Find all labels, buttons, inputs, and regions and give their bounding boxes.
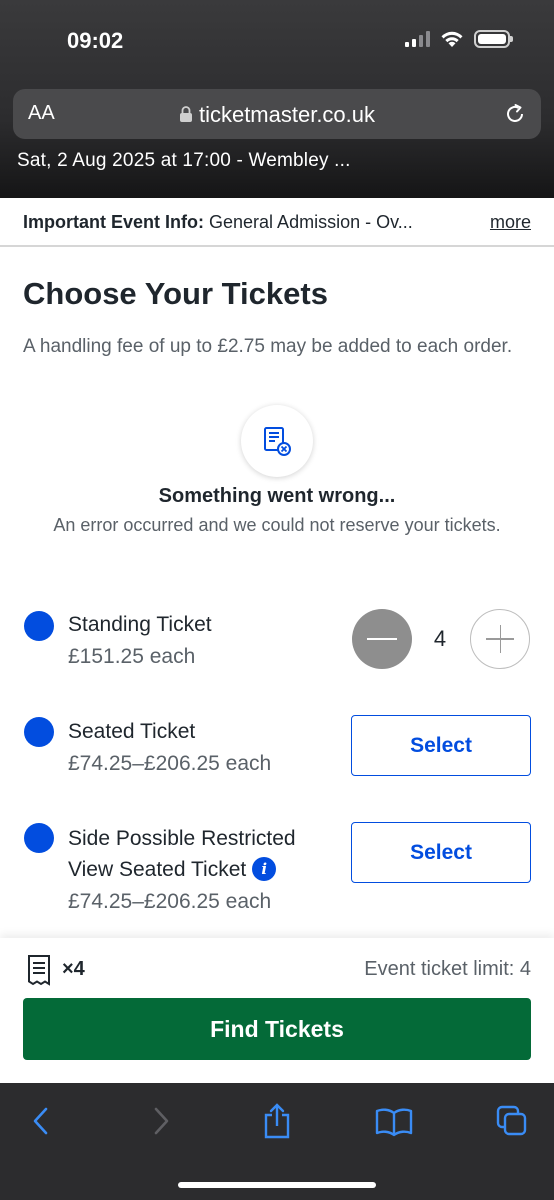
lock-icon [179,106,192,123]
wifi-icon [441,31,463,47]
ticket-type-dot [24,717,54,747]
status-icons [405,30,513,48]
selected-ticket-count: ×4 [62,958,85,980]
more-link[interactable]: more [490,212,531,233]
address-bar[interactable]: AA ticketmaster.co.uk [13,89,541,139]
bookmarks-icon[interactable] [374,1101,414,1141]
event-info-text: Important Event Info: General Admission … [23,212,413,233]
minus-icon [367,638,397,640]
ticket-price: £74.25–£206.25 each [68,752,272,775]
decrease-quantity-button[interactable] [352,609,412,669]
browser-top-chrome: 09:02 AA ticketmaster.co.uk Sat, 2 Aug 2… [0,0,554,198]
ticket-name-line1: Side Possible Restricted [68,827,296,850]
ticket-error-icon [264,427,291,456]
error-icon-container [241,405,313,477]
ticket-name-line2-text: View Seated Ticket [68,858,247,881]
increase-quantity-button[interactable] [470,609,530,669]
ticket-type-dot [24,823,54,853]
battery-icon [474,30,513,48]
ticket-name-line2: View Seated Ticket i [68,854,277,885]
ticket-name: Standing Ticket [68,613,212,636]
quantity-value: 4 [433,626,447,651]
ticket-icon [28,955,50,986]
ticket-name: Seated Ticket [68,720,196,743]
handling-fee-note: A handling fee of up to £2.75 may be add… [23,336,513,357]
back-icon[interactable] [28,1101,54,1141]
important-event-info-bar: Important Event Info: General Admission … [0,198,554,247]
status-time: 09:02 [67,28,124,53]
event-info-label: Important Event Info: [23,212,204,232]
tabs-icon[interactable] [494,1101,530,1141]
share-icon[interactable] [259,1101,295,1141]
error-message: An error occurred and we could not reser… [53,515,501,535]
error-title: Something went wrong... [158,485,396,507]
signal-icon [405,31,430,47]
event-ticket-limit: Event ticket limit: 4 [364,958,531,980]
url-display[interactable]: ticketmaster.co.uk [13,102,541,128]
event-info-value: General Admission - Ov... [209,212,413,232]
event-date-venue: Sat, 2 Aug 2025 at 17:00 - Wembley ... [17,150,351,171]
home-indicator [178,1182,376,1188]
ticket-action-panel: ×4 Event ticket limit: 4 Find Tickets [0,938,554,1083]
forward-icon[interactable] [148,1101,174,1141]
reload-icon[interactable] [502,101,528,127]
ticket-price: £74.25–£206.25 each [68,890,272,913]
ticket-type-dot [24,611,54,641]
find-tickets-button[interactable]: Find Tickets [23,998,531,1060]
page-title: Choose Your Tickets [23,276,328,311]
ticket-price: £151.25 each [68,645,196,668]
select-side-restricted-button[interactable]: Select [351,822,531,883]
select-seated-button[interactable]: Select [351,715,531,776]
url-text: ticketmaster.co.uk [198,102,376,127]
info-icon[interactable]: i [252,857,277,881]
